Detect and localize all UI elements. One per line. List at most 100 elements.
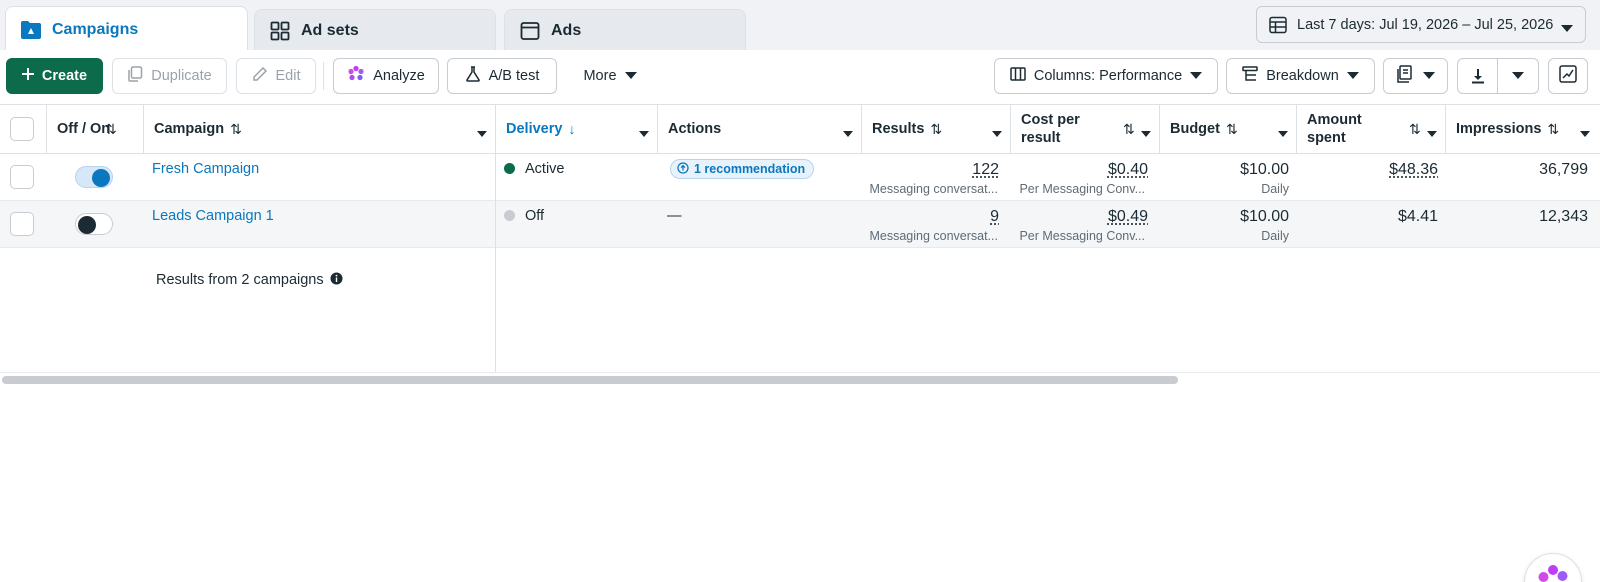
campaign-toggle[interactable] [75, 166, 113, 188]
folder-icon [20, 19, 42, 41]
columns-button[interactable]: Columns: Performance [994, 58, 1218, 94]
tab-label: Ad sets [301, 22, 359, 39]
export-button-group [1457, 58, 1539, 94]
assistant-button[interactable] [1524, 553, 1582, 582]
header-select-all [0, 105, 47, 153]
header-cost-per-result[interactable]: Cost per result ⇅ [1011, 105, 1160, 153]
chevron-down-icon [1561, 21, 1573, 37]
impressions-header-label: Impressions [1456, 121, 1542, 137]
breakdown-icon [1242, 66, 1258, 86]
results-value[interactable]: 9 [990, 208, 999, 226]
edit-label: Edit [275, 68, 301, 84]
tab-label: Campaigns [52, 20, 139, 38]
breakdown-label: Breakdown [1266, 68, 1339, 84]
header-actions[interactable]: Actions [658, 105, 862, 153]
ad-window-icon [519, 20, 541, 42]
table-row[interactable]: Leads Campaign 1 Off — 9 Messaging conve… [0, 201, 1600, 248]
ab-test-button[interactable]: A/B test [447, 58, 557, 94]
sort-icon: ⇅ [1409, 120, 1421, 137]
delivery-header-label: Delivery [506, 121, 563, 137]
columns-label: Columns: Performance [1033, 68, 1183, 84]
chart-toggle-button[interactable] [1548, 58, 1588, 94]
budget-header-label: Budget [1170, 121, 1220, 137]
amount-spent-value[interactable]: $48.36 [1389, 161, 1438, 179]
chevron-down-icon [1580, 126, 1590, 142]
date-range-picker[interactable]: Last 7 days: Jul 19, 2026 – Jul 25, 2026 [1256, 6, 1586, 43]
tab-bar: Campaigns Ad sets Ads Last 7 days: Jul 1… [0, 0, 1600, 52]
header-amount-spent[interactable]: Amount spent ⇅ [1297, 105, 1446, 153]
budget-value: $10.00 [1240, 161, 1289, 178]
header-results[interactable]: Results ⇅ [862, 105, 1011, 153]
sort-icon: ⇅ [1225, 120, 1238, 137]
results-type: Messaging conversat... [869, 229, 998, 243]
row-checkbox[interactable] [10, 212, 34, 236]
table-bottom-border [0, 372, 1600, 373]
cost-value[interactable]: $0.49 [1108, 208, 1148, 226]
campaign-header-label: Campaign [154, 121, 225, 137]
toggle-knob [78, 216, 96, 234]
header-campaign[interactable]: Campaign ⇅ [144, 105, 496, 153]
reports-button[interactable] [1383, 58, 1448, 94]
chevron-down-icon [992, 126, 1002, 142]
off-on-label: Off / On [57, 121, 111, 137]
edit-button[interactable]: Edit [236, 58, 316, 94]
tab-ad-sets[interactable]: Ad sets [254, 9, 496, 52]
campaign-name-link[interactable]: Leads Campaign 1 [152, 208, 274, 254]
row-checkbox[interactable] [10, 165, 34, 189]
sparkle-flower-icon [1536, 563, 1570, 582]
chevron-down-icon [1427, 126, 1437, 142]
recommendation-badge[interactable]: 1 recommendation [670, 159, 815, 179]
header-off-on[interactable]: Off / On ⇅ [47, 105, 144, 153]
results-type: Messaging conversat... [869, 182, 998, 196]
more-button[interactable]: More [568, 58, 652, 94]
header-impressions[interactable]: Impressions ⇅ [1446, 105, 1600, 153]
create-button[interactable]: Create [6, 58, 103, 94]
chevron-down-icon[interactable] [1498, 59, 1538, 93]
toolbar-divider [323, 62, 324, 90]
duplicate-button[interactable]: Duplicate [112, 58, 227, 94]
toggle-knob [92, 169, 110, 187]
results-summary-label: Results from 2 campaigns [156, 272, 324, 288]
cost-header-label: Cost per result [1021, 112, 1080, 146]
results-summary: Results from 2 campaigns [156, 257, 343, 303]
column-divider [495, 154, 496, 372]
sort-icon: ⇅ [1123, 120, 1135, 137]
tab-ads[interactable]: Ads [504, 9, 746, 52]
horizontal-scrollbar[interactable] [2, 376, 1178, 384]
duplicate-icon [127, 66, 143, 86]
header-budget[interactable]: Budget ⇅ [1160, 105, 1297, 153]
flask-icon [465, 66, 481, 86]
analyze-label: Analyze [373, 68, 425, 84]
sort-icon: ⇅ [105, 120, 117, 137]
columns-icon [1010, 67, 1026, 85]
header-delivery[interactable]: Delivery ↓ [496, 105, 658, 153]
results-value[interactable]: 122 [972, 161, 999, 179]
recommendation-label: 1 recommendation [694, 162, 806, 176]
line-chart-icon [1559, 65, 1577, 87]
plus-icon [21, 68, 34, 84]
impressions-value: 36,799 [1539, 161, 1588, 178]
chevron-down-icon [1278, 126, 1288, 142]
tab-campaigns[interactable]: Campaigns [5, 6, 248, 52]
toolbar: Create Duplicate Edit Analyze A/B test M… [0, 50, 1600, 104]
impressions-value: 12,343 [1539, 208, 1588, 225]
budget-value: $10.00 [1240, 208, 1289, 225]
cost-type: Per Messaging Conv... [1019, 182, 1145, 196]
download-icon[interactable] [1458, 59, 1498, 93]
info-icon[interactable] [330, 272, 343, 289]
chevron-down-icon [477, 126, 487, 142]
analyze-button[interactable]: Analyze [333, 58, 439, 94]
arrow-down-icon: ↓ [568, 121, 576, 137]
breakdown-button[interactable]: Breakdown [1226, 58, 1375, 94]
table-row[interactable]: Fresh Campaign Active 1 recommendation 1… [0, 154, 1600, 201]
campaign-toggle[interactable] [75, 213, 113, 235]
delivery-status: Off [504, 208, 544, 254]
sparkle-flower-icon [347, 65, 365, 87]
cost-value[interactable]: $0.40 [1108, 161, 1148, 179]
duplicate-label: Duplicate [151, 68, 212, 84]
pencil-icon [252, 66, 268, 86]
actions-header-label: Actions [668, 121, 722, 137]
chevron-down-icon [1346, 68, 1359, 84]
select-all-checkbox[interactable] [10, 117, 34, 141]
amount-header-label: Amount spent [1307, 112, 1362, 146]
